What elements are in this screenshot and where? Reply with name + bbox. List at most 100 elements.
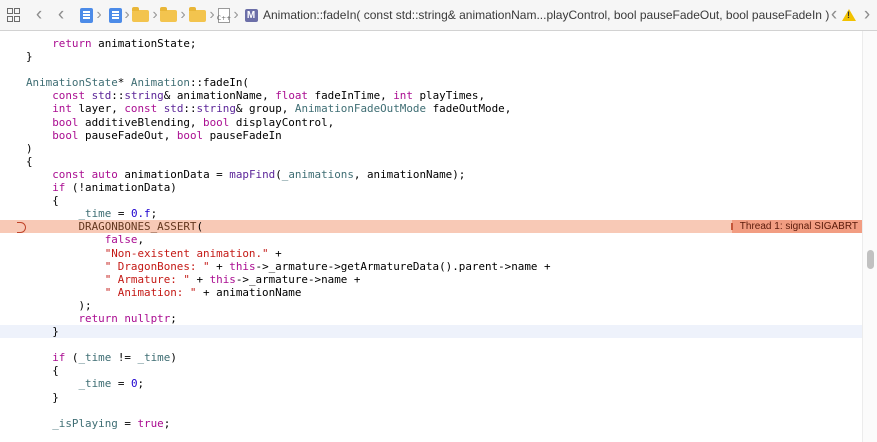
project-icon[interactable] — [108, 0, 122, 30]
code-token: mapFind — [229, 167, 276, 181]
code-token: float — [275, 89, 308, 103]
project-icon[interactable] — [79, 0, 93, 30]
related-items-icon[interactable] — [6, 0, 20, 30]
jump-bar: ‹ ‹ › › › › › C++ › M Animation::fadeIn(… — [0, 0, 877, 31]
code-token: _time — [78, 351, 112, 365]
issue-next-icon[interactable]: › — [860, 0, 874, 30]
code-line[interactable] — [0, 404, 862, 417]
folder-icon[interactable] — [159, 0, 177, 30]
code-line[interactable]: } — [0, 391, 862, 404]
vertical-scrollbar[interactable] — [862, 31, 877, 442]
code-line[interactable]: ); — [0, 299, 862, 312]
forward-arrow-icon[interactable]: ‹ — [54, 0, 68, 30]
issue-prev-icon[interactable]: ‹ — [827, 0, 841, 30]
code-token: bool — [203, 115, 230, 129]
code-area[interactable]: return animationState;} AnimationState* A… — [0, 37, 862, 430]
cpp-file-icon[interactable]: C++ — [217, 0, 231, 30]
warning-icon[interactable] — [842, 0, 856, 30]
code-line[interactable]: return animationState; — [0, 37, 862, 50]
code-line[interactable]: AnimationState* Animation::fadeIn( — [0, 76, 862, 89]
scrollbar-thumb[interactable] — [867, 250, 874, 269]
code-token: ( — [65, 351, 79, 365]
code-token: } — [26, 50, 33, 64]
code-line[interactable]: "Non-existent animation." + — [0, 247, 862, 260]
folder-icon[interactable] — [188, 0, 206, 30]
code-line[interactable]: " Animation: " + animationName — [0, 286, 862, 299]
code-token: layer, — [71, 102, 125, 116]
code-line[interactable]: const std::string& animationName, float … — [0, 89, 862, 102]
code-line[interactable]: if (!animationData) — [0, 181, 862, 194]
code-token: fadeInTime, — [308, 89, 394, 103]
code-line[interactable]: _time = 0; — [0, 377, 862, 390]
code-line[interactable]: " Armature: " + this->_armature->name + — [0, 273, 862, 286]
code-token: const — [52, 167, 86, 181]
source-editor[interactable]: return animationState;} AnimationState* A… — [0, 31, 877, 442]
code-token: * — [117, 76, 131, 90]
code-line[interactable]: { — [0, 364, 862, 377]
error-marker-icon[interactable] — [17, 222, 26, 234]
cpp-file-badge: C++ — [217, 7, 231, 23]
chevron-right-icon: › — [96, 6, 102, 23]
code-line[interactable]: ) — [0, 142, 862, 155]
code-line[interactable]: bool additiveBlending, bool displayContr… — [0, 116, 862, 129]
code-line[interactable]: } — [0, 325, 862, 339]
code-token: if — [52, 181, 66, 195]
code-line[interactable]: DRAGONBONES_ASSERT(Thread 1: signal SIGA… — [0, 220, 862, 234]
code-token: 0.f — [130, 207, 151, 221]
code-token: " DragonBones: " — [104, 259, 210, 273]
code-token: bool — [52, 128, 79, 142]
code-token: return — [78, 311, 118, 325]
code-token: AnimationState — [26, 76, 118, 90]
code-line[interactable] — [0, 338, 862, 351]
code-token: = — [117, 416, 138, 430]
chevron-right-icon: › — [180, 6, 186, 23]
code-line[interactable]: false, — [0, 233, 862, 246]
code-line[interactable]: bool pauseFadeOut, bool pauseFadeIn — [0, 129, 862, 142]
code-token: :: — [111, 89, 125, 103]
code-line[interactable]: int layer, const std::string& group, Ani… — [0, 102, 862, 115]
code-token: animationState; — [91, 37, 197, 50]
code-line[interactable] — [0, 63, 862, 76]
code-token: string — [196, 102, 236, 116]
method-icon[interactable]: M — [244, 0, 258, 30]
error-annotation[interactable]: Thread 1: signal SIGABRT — [730, 220, 862, 234]
code-token: animationData = — [117, 167, 230, 181]
code-token: { — [26, 364, 59, 378]
code-token: + — [268, 246, 282, 260]
code-token: ->_armature->getArmatureData().parent->n… — [255, 259, 551, 273]
code-token: ) — [26, 141, 33, 155]
code-token: fadeOutMode, — [426, 102, 512, 116]
code-token: auto — [91, 167, 118, 181]
chevron-right-icon: › — [233, 6, 239, 23]
method-signature[interactable]: Animation::fadeIn( const std::string& an… — [263, 0, 829, 30]
code-token: const — [124, 102, 158, 116]
code-token: != — [111, 351, 138, 365]
code-token: return — [52, 37, 92, 50]
code-token: ); — [26, 298, 92, 312]
code-line[interactable]: " DragonBones: " + this->_armature->getA… — [0, 260, 862, 273]
back-arrow-icon[interactable]: ‹ — [32, 0, 46, 30]
code-line[interactable]: } — [0, 50, 862, 63]
code-line[interactable]: _time = 0.f; — [0, 207, 862, 220]
code-token: bool — [52, 115, 79, 129]
code-line[interactable]: const auto animationData = mapFind(_anim… — [0, 168, 862, 181]
code-token: true — [137, 416, 164, 430]
code-token: int — [52, 102, 72, 116]
chevron-right-icon: › — [209, 6, 215, 23]
code-line[interactable]: _isPlaying = true; — [0, 417, 862, 430]
code-line[interactable]: return nullptr; — [0, 312, 862, 325]
folder-icon[interactable] — [131, 0, 149, 30]
code-token: = — [111, 377, 131, 391]
code-line[interactable]: { — [0, 194, 862, 207]
code-token: "Non-existent animation." — [104, 246, 269, 260]
code-line[interactable]: if (_time != _time) — [0, 351, 862, 364]
code-line[interactable]: { — [0, 155, 862, 168]
